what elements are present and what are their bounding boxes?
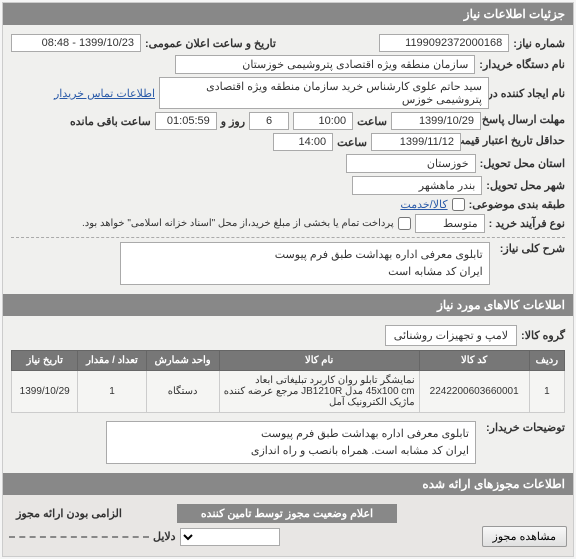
buyer-notes-label: توضیحات خریدار:: [486, 421, 565, 434]
authz-header: اطلاعات مجوزهای ارائه شده: [3, 473, 573, 495]
buyer-notes-box: تابلوی معرفی اداره بهداشت طبق فرم پیوست …: [106, 421, 476, 464]
main-panel: جزئیات اطلاعات نیاز شماره نیاز: 11990923…: [2, 2, 574, 557]
row-creator: نام ایجاد کننده درخواست: سید حاتم علوی ک…: [11, 77, 565, 109]
status-header: اعلام وضعیت مجوز توسط تامین کننده: [177, 504, 397, 523]
time-label-2: ساعت: [337, 136, 367, 149]
pubdate-field: 1399/10/23 - 08:48: [11, 34, 141, 52]
items-table: ردیف کد کالا نام کالا واحد شمارش تعداد /…: [11, 350, 565, 413]
info-section: شماره نیاز: 1199092372000168 تاریخ و ساع…: [3, 25, 573, 294]
deadline-label: مهلت ارسال پاسخ: تا تاریخ:: [485, 114, 565, 127]
panel-header: جزئیات اطلاعات نیاز: [3, 3, 573, 25]
row-req-pub: شماره نیاز: 1199092372000168 تاریخ و ساع…: [11, 34, 565, 52]
cell-name: نمایشگر تابلو روان کاربرد تبلیغاتی ابعاد…: [219, 371, 419, 413]
authz-top-row: اعلام وضعیت مجوز توسط تامین کننده الزامی…: [9, 504, 567, 523]
row-desc: شرح کلی نیاز: تابلوی معرفی اداره بهداشت …: [11, 242, 565, 285]
buyer-notes-l1: تابلوی معرفی اداره بهداشت طبق فرم پیوست: [113, 426, 469, 443]
proc-label: نوع فرآیند خرید :: [489, 217, 565, 230]
deadline-date: 1399/10/29: [391, 112, 481, 130]
row-province: استان محل تحویل: خوزستان: [11, 154, 565, 173]
valid-time: 14:00: [273, 133, 333, 151]
cat-label: طبقه بندی موضوعی:: [469, 198, 565, 211]
row-category: طبقه بندی موضوعی: کالا/خدمت: [11, 198, 565, 211]
countdown: 01:05:59: [155, 112, 217, 130]
pubdate-label: تاریخ و ساعت اعلان عمومی:: [145, 37, 276, 50]
req-no-field: 1199092372000168: [379, 34, 509, 52]
mandatory-label: الزامی بودن ارائه مجوز: [9, 507, 129, 520]
cell-unit: دستگاه: [146, 371, 219, 413]
cat-link[interactable]: کالا/خدمت: [400, 198, 447, 211]
row-city: شهر محل تحویل: بندر ماهشهر: [11, 176, 565, 195]
col-qty: تعداد / مقدار: [78, 351, 146, 371]
desc-line-1: تابلوی معرفی اداره بهداشت طبق فرم پیوست: [127, 247, 483, 264]
creator-field: سید حاتم علوی کارشناس خرید سازمان منطقه …: [159, 77, 489, 109]
city-field: بندر ماهشهر: [352, 176, 482, 195]
row-buyer-notes: توضیحات خریدار: تابلوی معرفی اداره بهداش…: [11, 421, 565, 464]
buyer-org-field: سازمان منطقه ویژه اقتصادی پتروشیمی خوزست…: [175, 55, 475, 74]
reason-label: دلایل: [153, 530, 176, 543]
time-label-1: ساعت: [357, 115, 387, 128]
group-value: لامپ و تجهیزات روشنائی: [385, 325, 517, 346]
items-header: اطلاعات کالاهای مورد نیاز: [3, 294, 573, 316]
valid-label: حداقل تاریخ اعتبار قیمت: تا تاریخ:: [465, 135, 565, 148]
province-field: خوزستان: [346, 154, 476, 173]
remain-label: ساعت باقی مانده: [70, 115, 151, 128]
desc-box: تابلوی معرفی اداره بهداشت طبق فرم پیوست …: [120, 242, 490, 285]
deadline-time: 10:00: [293, 112, 353, 130]
cat-checkbox[interactable]: [452, 198, 465, 211]
row-buyer-org: نام دستگاه خریدار: سازمان منطقه ویژه اقت…: [11, 55, 565, 74]
row-deadline: مهلت ارسال پاسخ: تا تاریخ: 1399/10/29 سا…: [11, 112, 565, 130]
col-name: نام کالا: [219, 351, 419, 371]
row-proc: نوع فرآیند خرید : متوسط پرداخت تمام یا ب…: [11, 214, 565, 233]
col-unit: واحد شمارش: [146, 351, 219, 371]
province-label: استان محل تحویل:: [480, 157, 565, 170]
dash-line: [9, 536, 149, 538]
authz-row: مشاهده مجوز دلایل: [9, 526, 567, 547]
buyer-notes-l2: ایران کد مشابه است. همراه بانصب و راه ان…: [113, 443, 469, 460]
authz-section: اعلام وضعیت مجوز توسط تامین کننده الزامی…: [3, 495, 573, 556]
cell-date: 1399/10/29: [12, 371, 78, 413]
table-row: 1 2242200603660001 نمایشگر تابلو روان کا…: [12, 371, 565, 413]
items-header-title: اطلاعات کالاهای مورد نیاز: [437, 298, 565, 312]
row-group: گروه کالا: لامپ و تجهیزات روشنائی: [11, 325, 565, 346]
group-label: گروه کالا:: [521, 329, 565, 342]
cell-idx: 1: [529, 371, 564, 413]
buyer-org-label: نام دستگاه خریدار:: [479, 58, 565, 71]
valid-date: 1399/11/12: [371, 133, 461, 151]
proc-checkbox[interactable]: [398, 217, 411, 230]
view-permit-button[interactable]: مشاهده مجوز: [482, 526, 567, 547]
cell-qty: 1: [78, 371, 146, 413]
authz-header-title: اطلاعات مجوزهای ارائه شده: [422, 477, 565, 491]
cell-code: 2242200603660001: [419, 371, 529, 413]
desc-label: شرح کلی نیاز:: [500, 242, 565, 255]
req-no-label: شماره نیاز:: [513, 37, 565, 50]
col-code: کد کالا: [419, 351, 529, 371]
proc-field: متوسط: [415, 214, 485, 233]
days-remaining: 6: [249, 112, 289, 130]
status-select[interactable]: [180, 528, 280, 546]
col-idx: ردیف: [529, 351, 564, 371]
col-date: تاریخ نیاز: [12, 351, 78, 371]
row-valid: حداقل تاریخ اعتبار قیمت: تا تاریخ: 1399/…: [11, 133, 565, 151]
day-and-label: روز و: [221, 115, 245, 128]
city-label: شهر محل تحویل:: [486, 179, 565, 192]
table-header-row: ردیف کد کالا نام کالا واحد شمارش تعداد /…: [12, 351, 565, 371]
items-section: گروه کالا: لامپ و تجهیزات روشنائی ردیف ک…: [3, 316, 573, 473]
proc-note: پرداخت تمام یا بخشی از مبلغ خرید،از محل …: [82, 218, 394, 229]
creator-label: نام ایجاد کننده درخواست:: [493, 87, 565, 100]
panel-title: جزئیات اطلاعات نیاز: [464, 7, 565, 21]
contact-link[interactable]: اطلاعات تماس خریدار: [54, 87, 155, 100]
desc-line-2: ایران کد مشابه است: [127, 264, 483, 281]
divider-1: [11, 237, 565, 238]
